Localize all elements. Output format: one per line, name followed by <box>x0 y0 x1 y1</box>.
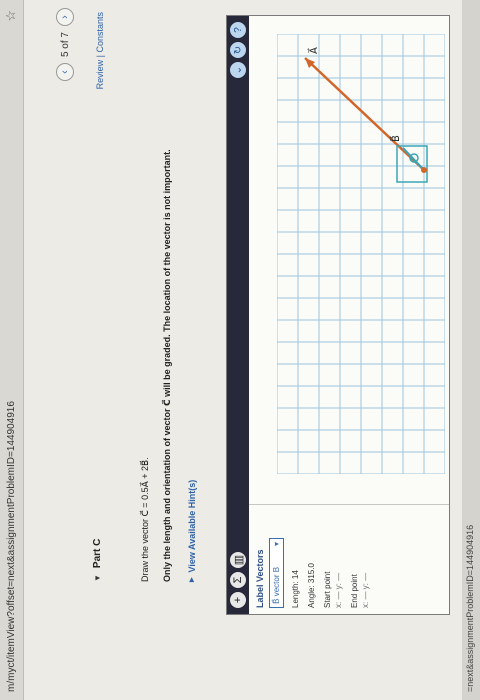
view-hints-link[interactable]: ▸ View Available Hint(s) <box>186 480 197 582</box>
grid-lines <box>277 34 445 474</box>
vector-a-label: A⃗ <box>307 47 320 54</box>
chevron-down-icon[interactable]: ⌄ <box>230 62 246 78</box>
plus-icon[interactable]: + <box>230 592 246 608</box>
hint-label: View Available Hint(s) <box>186 479 197 573</box>
end-point-label: End point <box>350 574 359 608</box>
help-icon[interactable]: ? <box>230 22 246 38</box>
selected-vector: B⃗ vector B <box>272 566 281 604</box>
part-label: Part C <box>92 538 103 569</box>
review-constants-label: Review | Constants <box>95 12 105 90</box>
caret-down-icon: ▼ <box>93 574 102 582</box>
vector-tail-handle[interactable] <box>421 167 427 173</box>
toolbar-right: ⌄ ↻ ? <box>230 22 246 78</box>
length-readout: Length: 14 <box>291 570 300 608</box>
drawing-grid[interactable]: A⃗ B⃗ <box>277 34 445 474</box>
instruction-equation: Draw the vector C⃗ = 0.5A⃗ + 2B⃗. <box>140 457 150 582</box>
status-url: =next&assignmentProblemID=144904916 <box>465 524 475 692</box>
start-point-label: Start point <box>323 571 332 608</box>
label-vectors-heading: Label Vectors <box>255 549 265 608</box>
vector-drawing-tool: + Σ ▥ ⌄ ↻ ? Label Vectors B⃗ vector B ▾ … <box>226 15 450 615</box>
review-constants-link[interactable]: Review | Constants <box>95 12 105 89</box>
part-header[interactable]: ▼ Part C <box>92 539 103 582</box>
sum-icon[interactable]: Σ <box>230 572 246 588</box>
status-bar: =next&assignmentProblemID=144904916 <box>462 0 480 700</box>
url-text: m/myct/itemView?offset=next&assignmentPr… <box>6 401 17 692</box>
tool-toolbar: + Σ ▥ ⌄ ↻ ? <box>227 16 249 614</box>
vector-select[interactable]: B⃗ vector B ▾ <box>269 538 284 608</box>
page-indicator: 5 of 7 <box>59 32 71 58</box>
end-point-coords: x: — y: — <box>361 572 370 608</box>
instruction-note: Only the length and orientation of vecto… <box>162 149 172 582</box>
angle-readout: Angle: 315.0 <box>307 563 316 608</box>
reset-icon[interactable]: ↻ <box>230 42 246 58</box>
caret-right-icon: ▸ <box>186 577 196 582</box>
bookmark-star-icon[interactable]: ☆ <box>3 10 19 22</box>
address-bar[interactable]: m/myct/itemView?offset=next&assignmentPr… <box>0 0 24 700</box>
pagination: ‹ 5 of 7 › <box>56 8 74 82</box>
screen: m/myct/itemView?offset=next&assignmentPr… <box>0 0 480 700</box>
prev-page-button[interactable]: ‹ <box>56 63 74 82</box>
dropdown-arrow-icon: ▾ <box>272 542 281 547</box>
trash-icon[interactable]: ▥ <box>230 552 246 568</box>
vector-b-label: B⃗ <box>389 135 402 142</box>
vector-properties-panel: Label Vectors B⃗ vector B ▾ Length: 14 A… <box>249 504 449 614</box>
next-page-button[interactable]: › <box>56 8 74 26</box>
start-point-coords: x: — y: — <box>334 572 343 608</box>
